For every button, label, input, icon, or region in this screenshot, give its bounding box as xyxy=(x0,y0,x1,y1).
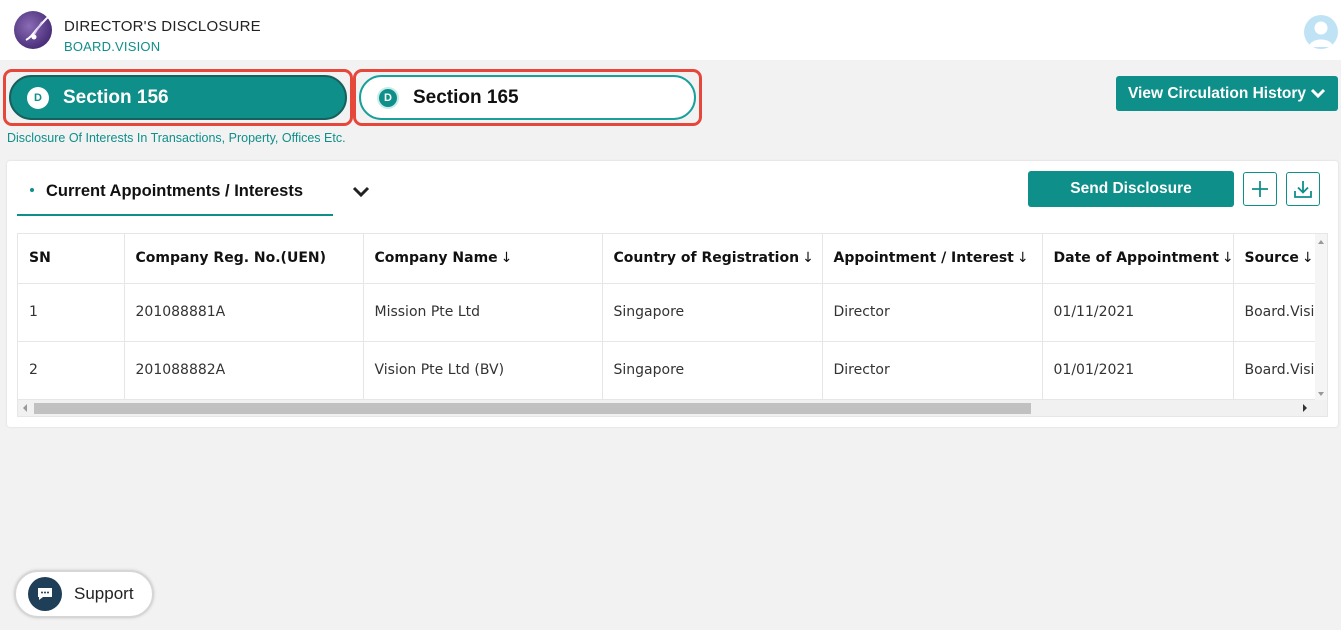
disclosure-badge-icon: D xyxy=(377,86,399,109)
table-cell: 01/11/2021 xyxy=(1042,283,1234,342)
sort-arrow-icon: ↓ xyxy=(1221,250,1233,267)
vertical-scrollbar[interactable] xyxy=(1315,234,1327,402)
sort-arrow-icon: ↓ xyxy=(1016,250,1029,267)
tab-section-156[interactable]: D Section 156 xyxy=(9,75,347,120)
table-row[interactable]: 1 201088881A Mission Pte Ltd Singapore D… xyxy=(18,283,1327,342)
section-156-highlight: D Section 156 xyxy=(3,69,353,126)
tab-current-appointments-label: Current Appointments / Interests xyxy=(46,182,303,200)
table-cell: Vision Pte Ltd (BV) xyxy=(363,341,603,400)
disclosure-badge-icon: D xyxy=(27,86,49,109)
appointments-table: SN Company Reg. No.(UEN) Company Name ↓ C… xyxy=(17,233,1328,417)
table-cell: 1 xyxy=(18,283,125,342)
scroll-up-icon[interactable] xyxy=(1318,240,1324,244)
chat-bubble-icon xyxy=(28,577,62,611)
column-header-company-name[interactable]: Company Name ↓ xyxy=(363,234,603,284)
chevron-down-icon[interactable] xyxy=(352,185,370,199)
table-cell: Mission Pte Ltd xyxy=(363,283,603,342)
table-cell: Board.Vision xyxy=(1233,283,1327,342)
section-165-highlight: D Section 165 xyxy=(353,69,702,126)
scroll-left-icon[interactable] xyxy=(23,404,27,412)
column-header-uen: Company Reg. No.(UEN) xyxy=(124,234,364,284)
table-cell: Singapore xyxy=(602,283,823,342)
view-history-label: View Circulation History xyxy=(1128,84,1307,102)
add-icon[interactable] xyxy=(1243,172,1277,206)
sort-arrow-icon: ↓ xyxy=(1301,250,1314,267)
table-cell: Singapore xyxy=(602,341,823,400)
support-label: Support xyxy=(74,584,134,603)
horizontal-scrollbar[interactable] xyxy=(18,400,1327,416)
table-row[interactable]: 2 201088882A Vision Pte Ltd (BV) Singapo… xyxy=(18,341,1327,400)
column-header-country[interactable]: Country of Registration ↓ xyxy=(602,234,823,284)
board-vision-logo xyxy=(12,6,58,52)
table-cell: 01/01/2021 xyxy=(1042,341,1234,400)
table-cell: Director xyxy=(822,283,1043,342)
section-156-label: Section 156 xyxy=(63,86,169,108)
section-description: Disclosure Of Interests In Transactions,… xyxy=(7,131,346,145)
sort-arrow-icon: ↓ xyxy=(500,250,513,267)
app-subtitle: BOARD.VISION xyxy=(64,39,161,54)
section-165-label: Section 165 xyxy=(413,86,519,108)
table-header-row: SN Company Reg. No.(UEN) Company Name ↓ C… xyxy=(18,234,1327,284)
scroll-down-icon[interactable] xyxy=(1318,392,1324,396)
table-cell: Director xyxy=(822,341,1043,400)
column-header-sn: SN xyxy=(18,234,125,284)
scroll-right-icon[interactable] xyxy=(1303,404,1307,412)
appointments-panel: Current Appointments / Interests Send Di… xyxy=(7,161,1338,427)
sort-arrow-icon: ↓ xyxy=(802,250,814,267)
column-header-date[interactable]: Date of Appointment ↓ xyxy=(1042,234,1234,284)
app-header: DIRECTOR'S DISCLOSURE BOARD.VISION xyxy=(0,0,1341,60)
tab-current-appointments[interactable]: Current Appointments / Interests xyxy=(17,161,333,216)
column-header-source[interactable]: Source ↓ xyxy=(1233,234,1327,284)
chevron-down-icon xyxy=(1310,86,1326,104)
horizontal-scroll-thumb[interactable] xyxy=(34,403,1031,414)
app-title: DIRECTOR'S DISCLOSURE xyxy=(64,18,261,35)
table-cell: 201088881A xyxy=(124,283,364,342)
view-circulation-history-button[interactable]: View Circulation History xyxy=(1116,76,1338,111)
send-disclosure-button[interactable]: Send Disclosure xyxy=(1028,171,1234,207)
tab-bullet xyxy=(30,188,34,192)
tab-section-165[interactable]: D Section 165 xyxy=(359,75,696,120)
table-cell: 201088882A xyxy=(124,341,364,400)
user-avatar-icon[interactable] xyxy=(1304,15,1338,49)
download-icon[interactable] xyxy=(1286,172,1320,206)
support-button[interactable]: Support xyxy=(14,570,154,618)
table-cell: 2 xyxy=(18,341,125,400)
table-cell: Board.Vision xyxy=(1233,341,1327,400)
column-header-appointment[interactable]: Appointment / Interest ↓ xyxy=(822,234,1043,284)
